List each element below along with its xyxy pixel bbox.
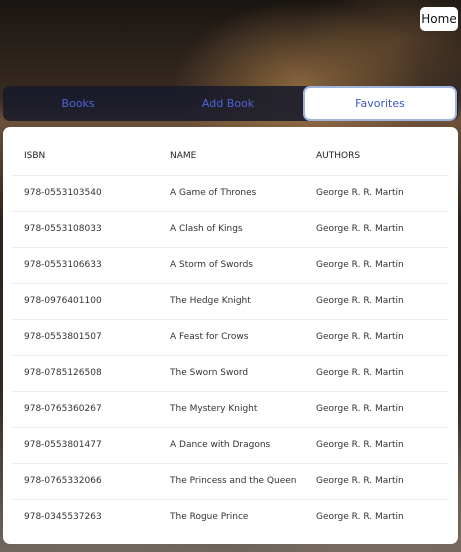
favorites-table: ISBN NAME AUTHORS 978-0553103540 A Game o… xyxy=(12,127,449,535)
table-row[interactable]: 978-0765332066 The Princess and the Queen… xyxy=(12,463,449,500)
isbn-cell: 978-0553106633 xyxy=(12,247,158,284)
authors-cell: George R. R. Martin xyxy=(304,247,449,284)
name-cell: The Hedge Knight xyxy=(158,283,304,320)
authors-cell: George R. R. Martin xyxy=(304,175,449,212)
table-row[interactable]: 978-0765360267 The Mystery Knight George R… xyxy=(12,391,449,428)
table-row[interactable]: 978-0553108033 A Clash of Kings George R. … xyxy=(12,211,449,248)
name-cell: A Feast for Crows xyxy=(158,319,304,356)
tab-add-book[interactable]: Add Book xyxy=(153,86,303,121)
tab-favorites[interactable]: Favorites xyxy=(303,86,457,121)
tab-bar: Books Add Book Favorites xyxy=(3,86,458,121)
name-cell: A Game of Thrones xyxy=(158,175,304,212)
isbn-cell: 978-0765332066 xyxy=(12,463,158,500)
table-header-row: ISBN NAME AUTHORS xyxy=(12,127,449,176)
table-row[interactable]: 978-0553801477 A Dance with Dragons George… xyxy=(12,427,449,464)
name-cell: A Dance with Dragons xyxy=(158,427,304,464)
isbn-cell: 978-0553108033 xyxy=(12,211,158,248)
isbn-cell: 978-0976401100 xyxy=(12,283,158,320)
authors-cell: George R. R. Martin xyxy=(304,319,449,356)
table-row[interactable]: 978-0553801507 A Feast for Crows George R.… xyxy=(12,319,449,356)
home-button[interactable]: Home xyxy=(420,7,458,31)
table-row[interactable]: 978-0345537263 The Rogue Prince George R. … xyxy=(12,499,449,535)
column-header-authors[interactable]: AUTHORS xyxy=(304,127,449,176)
isbn-cell: 978-0765360267 xyxy=(12,391,158,428)
isbn-cell: 978-0553103540 xyxy=(12,175,158,212)
authors-cell: George R. R. Martin xyxy=(316,512,404,523)
authors-cell: George R. R. Martin xyxy=(304,391,449,428)
name-cell: The Sworn Sword xyxy=(158,355,304,392)
name-cell: The Mystery Knight xyxy=(158,391,304,428)
isbn-cell: 978-0345537263 xyxy=(24,512,102,523)
isbn-cell: 978-0553801507 xyxy=(12,319,158,356)
authors-cell: George R. R. Martin xyxy=(304,283,449,320)
name-cell: The Princess and the Queen xyxy=(158,463,304,500)
tab-books[interactable]: Books xyxy=(3,86,153,121)
authors-cell: George R. R. Martin xyxy=(304,427,449,464)
authors-cell: George R. R. Martin xyxy=(304,463,449,500)
table-row[interactable]: 978-0785126508 The Sworn Sword George R. R… xyxy=(12,355,449,392)
column-header-isbn[interactable]: ISBN xyxy=(12,127,158,176)
column-header-name[interactable]: NAME xyxy=(158,127,304,176)
name-cell: A Clash of Kings xyxy=(158,211,304,248)
isbn-cell: 978-0553801477 xyxy=(12,427,158,464)
name-cell: The Rogue Prince xyxy=(170,512,249,523)
table-row[interactable]: 978-0553106633 A Storm of Swords George R.… xyxy=(12,247,449,284)
name-cell: A Storm of Swords xyxy=(158,247,304,284)
favorites-table-card: ISBN NAME AUTHORS 978-0553103540 A Game o… xyxy=(3,127,458,544)
table-row[interactable]: 978-0976401100 The Hedge Knight George R. … xyxy=(12,283,449,320)
authors-cell: George R. R. Martin xyxy=(304,355,449,392)
table-row[interactable]: 978-0553103540 A Game of Thrones George R.… xyxy=(12,175,449,212)
authors-cell: George R. R. Martin xyxy=(304,211,449,248)
isbn-cell: 978-0785126508 xyxy=(12,355,158,392)
